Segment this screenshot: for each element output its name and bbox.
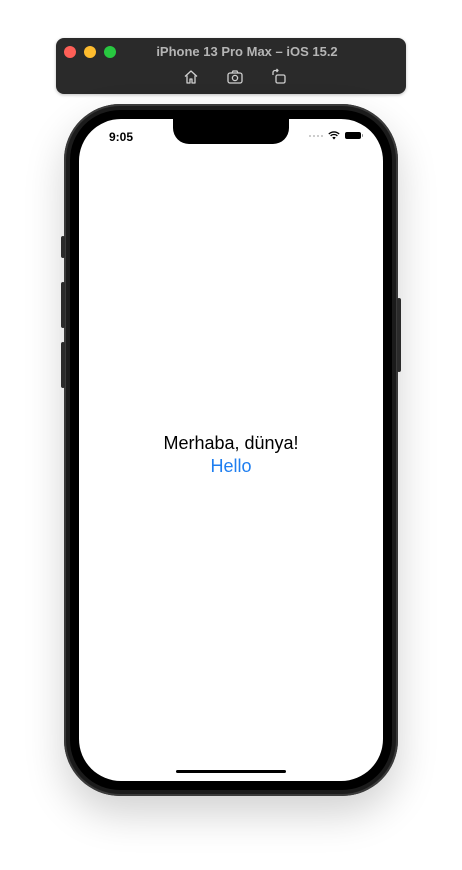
silent-switch[interactable]	[61, 236, 65, 258]
status-time: 9:05	[109, 130, 134, 144]
cellular-signal-icon	[309, 134, 323, 137]
volume-down-button[interactable]	[61, 342, 65, 388]
simulator-window: iPhone 13 Pro Max – iOS 15.2 9:05 Merhab…	[0, 0, 462, 870]
home-indicator[interactable]	[176, 770, 286, 773]
main-content: Merhaba, dünya! Hello	[79, 432, 383, 478]
home-icon[interactable]	[182, 68, 200, 86]
volume-up-button[interactable]	[61, 282, 65, 328]
wifi-icon	[328, 131, 340, 140]
rotate-icon[interactable]	[270, 68, 288, 86]
hello-link[interactable]: Hello	[79, 454, 383, 478]
status-icons	[309, 131, 363, 140]
simulator-toolbar: iPhone 13 Pro Max – iOS 15.2	[56, 38, 406, 94]
notch	[173, 119, 289, 144]
simulator-title: iPhone 13 Pro Max – iOS 15.2	[156, 44, 338, 59]
screenshot-icon[interactable]	[226, 68, 244, 86]
phone-screen: 9:05 Merhaba, dünya! Hello	[79, 119, 383, 781]
simulator-tools	[182, 68, 288, 86]
greeting-text: Merhaba, dünya!	[163, 433, 299, 453]
battery-icon	[345, 132, 363, 139]
phone-frame: 9:05 Merhaba, dünya! Hello	[61, 104, 401, 796]
power-button[interactable]	[397, 298, 401, 372]
